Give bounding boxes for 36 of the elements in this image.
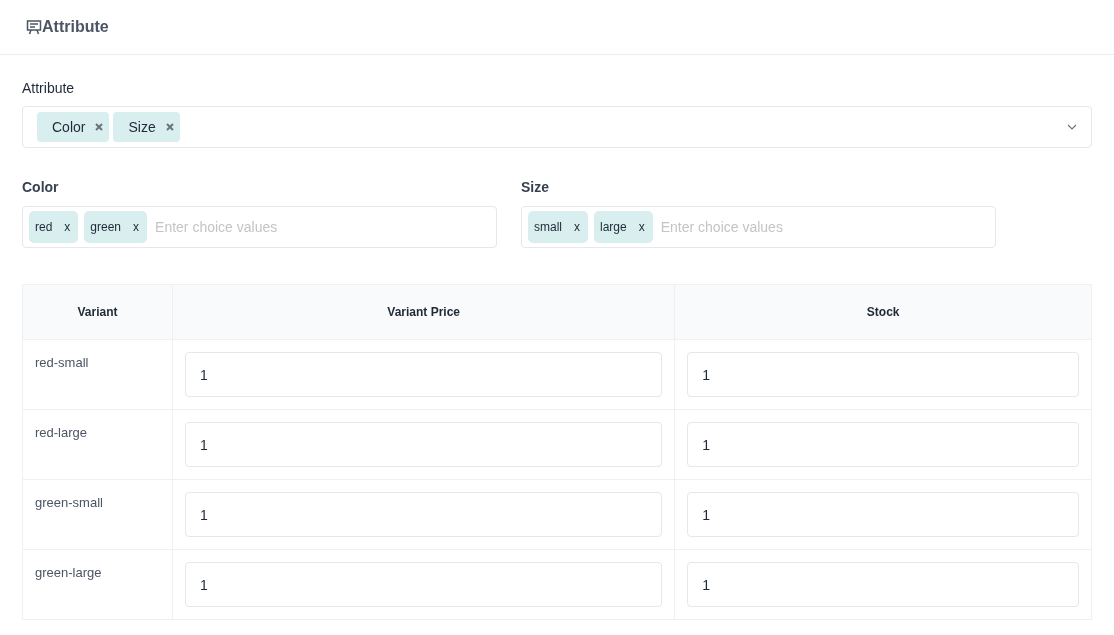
column-header: Variant Price (172, 284, 675, 340)
price-input[interactable]: 1 (185, 422, 663, 467)
remove-icon[interactable] (165, 123, 174, 131)
tag-text: green (90, 220, 122, 234)
remove-tag-button[interactable]: x (133, 220, 140, 234)
field-label: Color (22, 179, 59, 195)
stock-input[interactable]: 1 (687, 492, 1079, 537)
remove-tag-button[interactable]: x (638, 220, 645, 234)
remove-icon[interactable] (95, 123, 104, 131)
stock-input[interactable]: 1 (687, 562, 1079, 607)
chevron-down-icon[interactable] (1067, 124, 1077, 130)
price-input[interactable]: 1 (185, 352, 663, 397)
tag-text: small (534, 220, 562, 234)
tag-text: Color (52, 119, 86, 135)
column-header: Variant (22, 284, 173, 340)
attribute-select[interactable]: Color Size (22, 106, 1092, 148)
choice-tags-field[interactable]: small x large x Enter choice values (521, 206, 996, 248)
price-input[interactable]: 1 (185, 492, 663, 537)
variant-cell: green-large (22, 549, 173, 620)
variant-cell: red-large (22, 409, 173, 480)
tag-text: Size (128, 119, 156, 135)
variant-cell: green-small (22, 479, 173, 550)
stock-input[interactable]: 1 (687, 422, 1079, 467)
tag-text: red (35, 220, 53, 234)
remove-tag-button[interactable]: x (64, 220, 71, 234)
price-input[interactable]: 1 (185, 562, 663, 607)
stock-input[interactable]: 1 (687, 352, 1079, 397)
remove-tag-button[interactable]: x (574, 220, 580, 234)
section-title: Attribute (42, 18, 109, 36)
field-label: Size (521, 179, 549, 195)
variant-cell: red-small (22, 339, 173, 410)
choice-tags-field[interactable]: red x green x Enter choice values (22, 206, 497, 248)
field-label: Attribute (22, 80, 75, 96)
presentation-board-icon (26, 19, 42, 35)
column-header: Stock (674, 284, 1092, 340)
tag-text: large (600, 220, 627, 234)
